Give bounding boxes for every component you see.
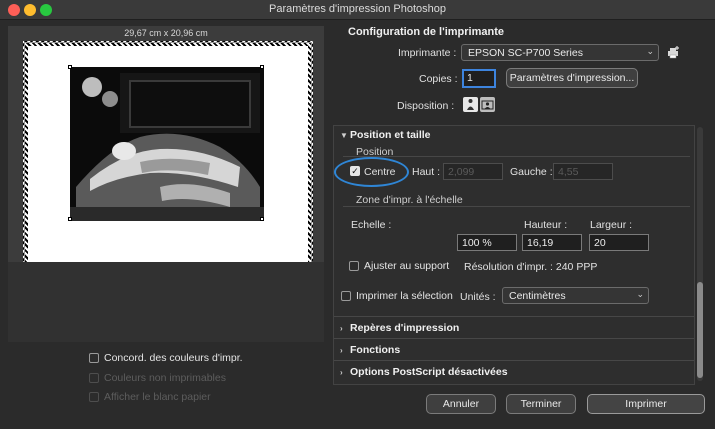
divider <box>334 360 694 361</box>
landscape-orientation-icon[interactable] <box>480 97 495 112</box>
resize-handle[interactable] <box>68 65 72 69</box>
height-label: Hauteur : <box>524 219 568 231</box>
resize-handle[interactable] <box>68 217 72 221</box>
paper-white-checkbox <box>89 392 99 402</box>
width-label: Largeur : <box>590 219 633 231</box>
printer-value: EPSON SC-P700 Series <box>468 47 583 59</box>
divider <box>343 206 690 207</box>
print-marks-heading: Repères d'impression <box>350 322 460 334</box>
chevron-down-icon: ⌄ <box>636 289 644 299</box>
printer-label: Imprimante : <box>398 47 457 59</box>
printer-config-heading: Configuration de l'imprimante <box>348 26 505 38</box>
left-label: Gauche : <box>510 166 553 178</box>
top-input: 2,099 <box>443 163 503 180</box>
print-selection-checkbox[interactable] <box>341 291 351 301</box>
paper-dimensions: 29,67 cm x 20,96 cm <box>124 28 208 38</box>
units-label: Unités : <box>460 291 496 303</box>
fit-media-checkbox[interactable] <box>349 261 359 271</box>
print-resolution: Résolution d'impr. : 240 PPP <box>464 261 598 273</box>
chevron-down-icon: ▼ <box>340 131 348 140</box>
fit-media-label: Ajuster au support <box>364 260 450 272</box>
postscript-section[interactable]: › Options PostScript désactivées <box>340 366 508 378</box>
position-size-section[interactable]: ▼ Position et taille <box>340 129 431 141</box>
gamut-warning-checkbox <box>89 373 99 383</box>
image-preview[interactable] <box>70 67 264 221</box>
divider <box>343 156 690 157</box>
units-value: Centimètres <box>509 290 566 302</box>
paper-white-label: Afficher le blanc papier <box>104 391 211 403</box>
chevron-right-icon: › <box>340 368 343 377</box>
fit-media-option[interactable]: Ajuster au support <box>349 260 449 272</box>
chevron-right-icon: › <box>340 324 343 333</box>
resize-handle[interactable] <box>260 65 264 69</box>
portrait-orientation-icon[interactable] <box>463 97 478 112</box>
center-label: Centre <box>364 166 396 178</box>
gamut-warning-label: Couleurs non imprimables <box>104 372 226 384</box>
units-select[interactable]: Centimètres ⌄ <box>502 287 649 304</box>
copies-label: Copies : <box>419 73 458 85</box>
title-bar: Paramètres d'impression Photoshop <box>0 0 715 20</box>
chevron-down-icon: ⌄ <box>646 46 654 56</box>
center-checkbox[interactable]: ✓ <box>350 166 360 176</box>
divider <box>334 316 694 317</box>
functions-section[interactable]: › Fonctions <box>340 344 400 356</box>
scaled-area-label: Zone d'impr. à l'échelle <box>356 194 463 206</box>
preview-empty-area <box>8 262 324 342</box>
scrollbar-thumb[interactable] <box>697 282 703 378</box>
print-button[interactable]: Imprimer <box>587 394 705 414</box>
print-selection-option[interactable]: Imprimer la sélection <box>341 290 453 302</box>
print-selection-label: Imprimer la sélection <box>356 290 453 302</box>
layout-label: Disposition : <box>397 100 455 112</box>
left-input: 4,55 <box>553 163 613 180</box>
done-button[interactable]: Terminer <box>506 394 576 414</box>
functions-heading: Fonctions <box>350 344 401 356</box>
position-size-heading: Position et taille <box>350 129 431 141</box>
print-settings-button[interactable]: Paramètres d'impression... <box>506 68 638 88</box>
scale-input[interactable]: 100 % <box>457 234 517 251</box>
scale-label: Echelle : <box>351 219 392 231</box>
width-input[interactable]: 20 <box>589 234 649 251</box>
paper-white-option: Afficher le blanc papier <box>89 391 211 403</box>
add-printer-icon[interactable] <box>667 45 681 59</box>
top-label: Haut : <box>412 166 441 178</box>
chevron-right-icon: › <box>340 346 343 355</box>
postscript-heading: Options PostScript désactivées <box>350 366 508 378</box>
divider <box>334 338 694 339</box>
cancel-button[interactable]: Annuler <box>426 394 496 414</box>
copies-input[interactable]: 1 <box>462 69 496 88</box>
print-marks-section[interactable]: › Repères d'impression <box>340 322 459 334</box>
color-match-label: Concord. des couleurs d'impr. <box>104 352 243 364</box>
gamut-warning-option: Couleurs non imprimables <box>89 372 226 384</box>
resize-handle[interactable] <box>260 217 264 221</box>
height-input[interactable]: 16,19 <box>522 234 582 251</box>
color-match-option[interactable]: Concord. des couleurs d'impr. <box>89 352 243 364</box>
window-title: Paramètres d'impression Photoshop <box>269 3 446 15</box>
printer-select[interactable]: EPSON SC-P700 Series ⌄ <box>461 44 659 61</box>
color-match-checkbox[interactable] <box>89 353 99 363</box>
